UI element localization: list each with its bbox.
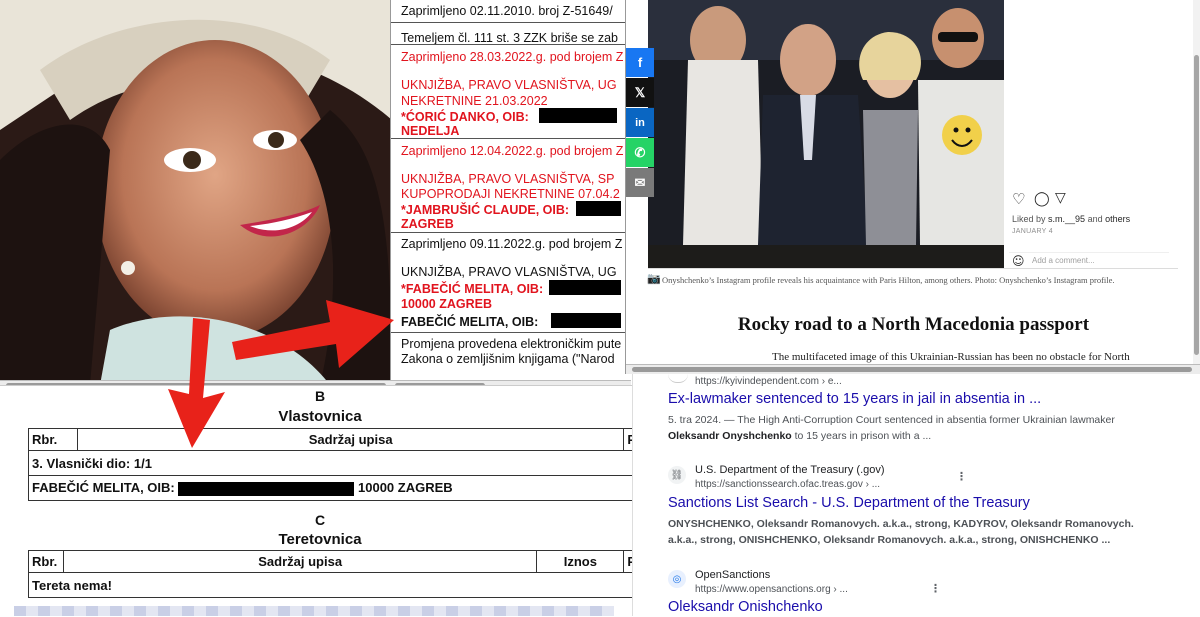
link-favicon-icon: ⛓ [668, 466, 686, 484]
instagram-post-panel: ♡ ◯ ▽ Liked by s.m.__95 and others JANUA… [1009, 188, 1169, 268]
divider [391, 232, 631, 233]
scrollbar-thumb[interactable] [632, 367, 1192, 372]
x-share-button[interactable]: 𝕏 [626, 78, 654, 107]
result-url: https://kyivindependent.com › e... [695, 376, 842, 387]
column-header: Rbr. [28, 550, 64, 573]
x-icon: 𝕏 [634, 84, 646, 100]
owner-name: FABEČIĆ MELITA, OIB: [32, 480, 175, 496]
search-results-window: https://kyivindependent.com › e... Ex-la… [632, 374, 1200, 616]
result-snippet: Oleksandr Onyshchenko to 15 years in pri… [668, 430, 932, 442]
opensanctions-favicon-icon: ◎ [668, 570, 686, 588]
result-url: https://www.opensanctions.org › ... [695, 584, 848, 595]
result-title-link[interactable]: Sanctions List Search - U.S. Department … [668, 495, 1030, 511]
result-snippet: ONYSHCHENKO, Oleksandr Romanovych. a.k.a… [668, 518, 1134, 530]
result-title-link[interactable]: Ex-lawmaker sentenced to 15 years in jai… [668, 391, 1041, 407]
horizontal-scrollbar[interactable] [626, 364, 1200, 374]
taskbar-strip [14, 606, 614, 616]
more-options-icon[interactable]: ⋮ [930, 582, 941, 595]
article-window: ♡ ◯ ▽ Liked by s.m.__95 and others JANUA… [625, 0, 1200, 374]
doc-line: Temeljem čl. 111 st. 3 ZZK briše se zab [401, 31, 618, 45]
column-header: Sadržaj upisa [62, 550, 538, 573]
facebook-share-button[interactable]: f [626, 48, 654, 77]
owner-city: 10000 ZAGREB [358, 480, 453, 496]
doc-line: 10000 ZAGREB [401, 297, 493, 311]
whatsapp-icon: ✆ [634, 144, 646, 160]
doc-line: ZAGREB [401, 217, 454, 231]
column-header: Rbr. [28, 428, 78, 451]
doc-line: Zakona o zemljišnim knjigama ("Narod [401, 352, 615, 366]
result-source: U.S. Department of the Treasury (.gov) [695, 464, 885, 476]
article-heading: Rocky road to a North Macedonia passport [737, 314, 1090, 335]
divider [391, 22, 631, 23]
doc-line: Zaprimljeno 12.04.2022.g. pod brojem Z [401, 144, 624, 158]
divider [648, 268, 1178, 269]
doc-line: FABEČIĆ MELITA, OIB: [401, 315, 539, 329]
more-options-icon[interactable]: ⋮ [956, 470, 967, 483]
share-icon[interactable]: ▽ [1055, 190, 1066, 206]
redaction-bar [576, 201, 621, 216]
instagram-photo [648, 0, 1004, 268]
result-snippet: a.k.a., strong, ONISHCHENKO, Oleksandr R… [668, 534, 1111, 546]
doc-line: NEDELJA [401, 124, 460, 138]
ownership-table: Rbr. Sadržaj upisa P 3. Vlasnički dio: 1… [28, 428, 640, 501]
encumbrance-table: Rbr. Sadržaj upisa Iznos P Tereta nema! [28, 550, 640, 598]
vertical-scrollbar[interactable] [1193, 0, 1200, 364]
site-favicon [668, 374, 688, 383]
redaction-bar [551, 313, 621, 328]
column-header: Iznos [536, 550, 625, 573]
post-date: JANUARY 4 [1012, 228, 1053, 235]
doc-line: KUPOPRODAJI NEKRETNINE 07.04.2 [401, 187, 620, 201]
result-title-link[interactable]: Oleksandr Onishchenko [668, 599, 823, 615]
doc-line: UKNJIŽBA, PRAVO VLASNIŠTVA, UG [401, 265, 617, 279]
heart-icon[interactable]: ♡ [1012, 190, 1025, 208]
land-registry-extract: B Vlastovnica Rbr. Sadržaj upisa P 3. Vl… [0, 385, 640, 617]
facebook-icon: f [637, 55, 643, 70]
divider [391, 138, 631, 139]
photo-caption: Onyshchenko’s Instagram profile reveals … [662, 275, 1115, 285]
doc-line: Zaprimljeno 09.11.2022.g. pod brojem Z [401, 237, 623, 251]
doc-line: *FABEČIĆ MELITA, OIB: [401, 282, 544, 296]
result-url: https://sanctionssearch.ofac.treas.gov ›… [695, 479, 881, 490]
linkedin-icon: in [635, 116, 645, 129]
section-letter: B [314, 388, 326, 404]
scrollbar-thumb[interactable] [1194, 55, 1199, 355]
emoji-icon[interactable]: ☺ [1012, 254, 1025, 268]
doc-line: NEKRETNINE 21.03.2022 [401, 94, 548, 108]
redaction-bar [539, 108, 617, 123]
camera-icon: 📷 [647, 272, 661, 285]
doc-line: UKNJIŽBA, PRAVO VLASNIŠTVA, SP [401, 172, 615, 186]
land-registry-document-window: Zaprimljeno 02.11.2010. broj Z-51649/ Te… [390, 0, 631, 390]
table-row: 3. Vlasnički dio: 1/1 [28, 450, 640, 476]
doc-line: *ĆORIĆ DANKO, OIB: [401, 110, 529, 124]
redaction-bar [549, 280, 621, 295]
result-source: OpenSanctions [695, 569, 771, 581]
portrait-illustration [0, 0, 392, 385]
portrait-photo [0, 0, 392, 385]
divider [391, 44, 631, 45]
result-snippet: 5. tra 2024. — The High Anti-Corruption … [668, 414, 1115, 426]
section-title: Vlastovnica [278, 408, 362, 425]
comment-input[interactable]: Add a comment... [1032, 256, 1095, 265]
email-icon: ✉ [634, 174, 646, 190]
whatsapp-share-button[interactable]: ✆ [626, 138, 654, 167]
section-letter: C [314, 512, 326, 528]
comment-icon[interactable]: ◯ [1034, 191, 1050, 207]
column-header: Sadržaj upisa [76, 428, 625, 451]
article-lead: The multifaceted image of this Ukrainian… [772, 351, 1130, 363]
divider [1009, 252, 1169, 253]
table-row: Tereta nema! [28, 572, 640, 598]
linkedin-share-button[interactable]: in [626, 108, 654, 137]
liked-by: Liked by s.m.__95 and others [1012, 214, 1131, 224]
doc-line: UKNJIŽBA, PRAVO VLASNIŠTVA, UG [401, 78, 617, 92]
doc-line: *JAMBRUŠIĆ CLAUDE, OIB: [401, 203, 570, 217]
table-row: FABEČIĆ MELITA, OIB: 10000 ZAGREB [28, 475, 640, 501]
doc-line: Promjena provedena elektroničkim pute [401, 337, 622, 351]
doc-line: Zaprimljeno 02.11.2010. broj Z-51649/ [401, 4, 613, 18]
section-title: Teretovnica [278, 531, 362, 548]
email-share-button[interactable]: ✉ [626, 168, 654, 197]
doc-line: Zaprimljeno 28.03.2022.g. pod brojem Z [401, 50, 624, 64]
redaction-bar [178, 481, 355, 496]
divider [391, 332, 631, 333]
